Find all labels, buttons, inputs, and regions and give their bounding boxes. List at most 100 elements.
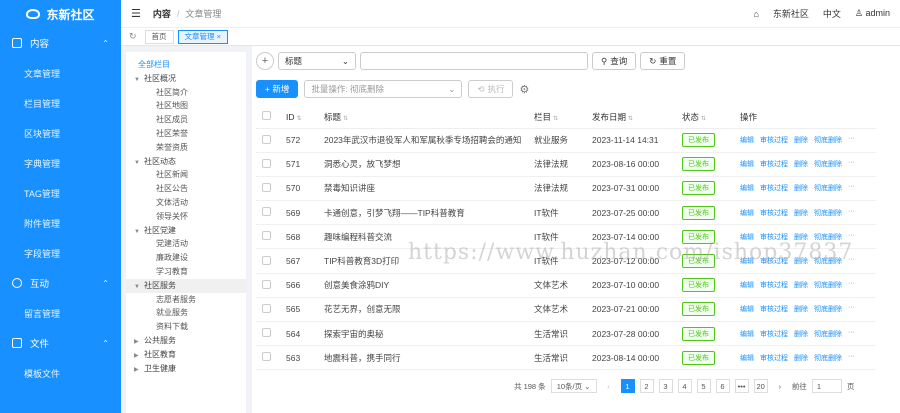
table-row[interactable]: 564 探索宇宙的奥秘 生活常识 2023-07-28 00:00 已发布 编辑 审核过程删… (256, 321, 876, 347)
review-process-link[interactable]: 审核过程 (760, 280, 788, 290)
edit-link[interactable]: 编辑 (740, 232, 754, 242)
delete-link[interactable]: 删除 (794, 159, 808, 169)
review-process-link[interactable]: 审核过程 (760, 159, 788, 169)
sidebar-item-articles[interactable]: 文章管理 (0, 58, 121, 88)
delete-link[interactable]: 删除 (794, 135, 808, 145)
page-button[interactable]: 4 (677, 379, 692, 393)
tree-node[interactable]: 廉政建设 (126, 251, 246, 265)
more-icon[interactable]: ··· (848, 304, 855, 314)
select-all-checkbox[interactable] (262, 111, 271, 121)
row-checkbox[interactable] (262, 134, 271, 144)
sidebar-item-tags[interactable]: TAG管理 (0, 178, 121, 208)
sidebar-item-fields[interactable]: 字段管理 (0, 238, 121, 268)
sidebar-group-interaction[interactable]: 互动 ⌃ (0, 268, 121, 298)
permanent-delete-link[interactable]: 彻底删除 (814, 232, 842, 242)
row-checkbox[interactable] (262, 255, 271, 265)
tree-node[interactable]: 文体活动 (126, 196, 246, 210)
table-row[interactable]: 568 趣味编程科普交流 IT软件 2023-07-14 00:00 已发布 编辑 审核过程… (256, 224, 876, 250)
prev-page-button[interactable]: ‹ (601, 379, 616, 393)
edit-link[interactable]: 编辑 (740, 159, 754, 169)
tree-node[interactable]: 领导关怀 (126, 210, 246, 224)
review-process-link[interactable]: 审核过程 (760, 329, 788, 339)
row-title[interactable]: 探索宇宙的奥秘 (324, 329, 384, 339)
permanent-delete-link[interactable]: 彻底删除 (814, 329, 842, 339)
caret-down-icon[interactable]: ▼ (134, 74, 144, 88)
table-row[interactable]: 570 禁毒知识讲座 法律法规 2023-07-31 00:00 已发布 编辑 审核过程 删除… (256, 176, 876, 202)
sidebar-item-dictionary[interactable]: 字典管理 (0, 148, 121, 178)
permanent-delete-link[interactable]: 彻底删除 (814, 135, 842, 145)
execute-button[interactable]: ⟲ 执行 (468, 80, 514, 98)
delete-link[interactable]: 删除 (794, 256, 808, 266)
row-checkbox[interactable] (262, 231, 271, 241)
row-checkbox[interactable] (262, 207, 271, 217)
tree-root[interactable]: 全部栏目 (126, 58, 246, 72)
review-process-link[interactable]: 审核过程 (760, 353, 788, 363)
page-button[interactable]: 5 (696, 379, 711, 393)
page-size-select[interactable]: 10条/页 ⌄ (550, 379, 597, 393)
column-header-id[interactable]: ID ⇅ (286, 106, 324, 129)
row-checkbox[interactable] (262, 182, 271, 192)
permanent-delete-link[interactable]: 彻底删除 (814, 183, 842, 193)
sidebar-item-blocks[interactable]: 区块管理 (0, 118, 121, 148)
review-process-link[interactable]: 审核过程 (760, 256, 788, 266)
more-icon[interactable]: ··· (848, 208, 855, 218)
more-icon[interactable]: ··· (848, 232, 855, 242)
more-icon[interactable]: ··· (848, 353, 855, 363)
table-row[interactable]: 566 创意美食涂鸦DIY 文体艺术 2023-07-10 00:00 已发布 编辑 审核过… (256, 273, 876, 298)
sidebar-group-files[interactable]: 文件 ⌃ (0, 328, 121, 358)
delete-link[interactable]: 删除 (794, 183, 808, 193)
permanent-delete-link[interactable]: 彻底删除 (814, 353, 842, 363)
more-pages-icon[interactable]: ••• (734, 379, 749, 393)
tree-node[interactable]: 社区新闻 (126, 168, 246, 182)
row-title[interactable]: 禁毒知识讲座 (324, 183, 375, 193)
edit-link[interactable]: 编辑 (740, 280, 754, 290)
sidebar-item-templates[interactable]: 模板文件 (0, 358, 121, 388)
brand[interactable]: 东新社区 (0, 0, 121, 28)
delete-link[interactable]: 删除 (794, 208, 808, 218)
tree-node[interactable]: ▼ 社区党建 (126, 224, 246, 238)
site-name-link[interactable]: 东新社区 (773, 7, 809, 20)
row-title[interactable]: 洞悉心灵，放飞梦想 (324, 159, 401, 169)
permanent-delete-link[interactable]: 彻底删除 (814, 280, 842, 290)
refresh-icon[interactable]: ↻ (125, 31, 141, 42)
goto-page-input[interactable]: 1 (811, 379, 842, 393)
batch-action-select[interactable]: 批量操作: 彻底删除 ⌄ (304, 80, 463, 98)
page-button[interactable]: 6 (715, 379, 730, 393)
edit-link[interactable]: 编辑 (740, 135, 754, 145)
permanent-delete-link[interactable]: 彻底删除 (814, 256, 842, 266)
tab-home[interactable]: 首页 (144, 29, 174, 44)
tree-node[interactable]: ▼ 社区动态 (126, 155, 246, 169)
page-button[interactable]: 20 (753, 379, 768, 393)
column-header-title[interactable]: 标题 ⇅ (324, 106, 534, 129)
row-title[interactable]: 创意美食涂鸦DIY (324, 280, 389, 290)
row-title[interactable]: 2023年武汉市退役军人和军属秋季专场招聘会的通知 (324, 135, 521, 145)
add-button[interactable]: + 新增 (256, 80, 299, 98)
table-row[interactable]: 567 TIP科普教育3D打印 IT软件 2023-07-12 00:00 已发布 编辑审… (256, 248, 876, 274)
home-icon[interactable]: ⌂ (753, 9, 758, 19)
more-icon[interactable]: ··· (848, 329, 855, 339)
tree-node[interactable]: ▶ 卫生健康 (126, 362, 246, 376)
edit-link[interactable]: 编辑 (740, 304, 754, 314)
row-checkbox[interactable] (262, 352, 271, 362)
tree-node[interactable]: 党建活动 (126, 237, 246, 251)
row-title[interactable]: 地震科普，携手同行 (324, 353, 401, 363)
permanent-delete-link[interactable]: 彻底删除 (814, 208, 842, 218)
delete-link[interactable]: 删除 (794, 353, 808, 363)
column-header-column[interactable]: 栏目 ⇅ (534, 106, 592, 129)
row-title[interactable]: 花艺无界，创意无限 (324, 304, 401, 314)
table-row[interactable]: 572 2023年武汉市退役军人和军属秋季专场招聘会的通知 就业服务 2023-11-… (256, 128, 876, 153)
more-icon[interactable]: ··· (848, 183, 855, 193)
breadcrumb-root[interactable]: 内容 (153, 7, 171, 20)
more-icon[interactable]: ··· (848, 256, 855, 266)
tree-node[interactable]: ▶ 社区教育 (126, 348, 246, 362)
table-row[interactable]: 571 洞悉心灵，放飞梦想 法律法规 2023-08-16 00:00 已发布 编辑 审核过… (256, 152, 876, 177)
query-button[interactable]: ⚲ 查询 (592, 52, 637, 70)
edit-link[interactable]: 编辑 (740, 329, 754, 339)
column-header-date[interactable]: 发布日期 ⇅ (592, 106, 682, 129)
review-process-link[interactable]: 审核过程 (760, 304, 788, 314)
row-title[interactable]: 趣味编程科普交流 (324, 232, 392, 242)
table-row[interactable]: 565 花艺无界，创意无限 文体艺术 2023-07-21 00:00 已发布 编辑 审核过… (256, 297, 876, 323)
add-condition-button[interactable]: + (256, 52, 274, 70)
row-title[interactable]: 卡通创意，引梦飞翔——TIP科普教育 (324, 208, 465, 218)
row-checkbox[interactable] (262, 303, 271, 313)
